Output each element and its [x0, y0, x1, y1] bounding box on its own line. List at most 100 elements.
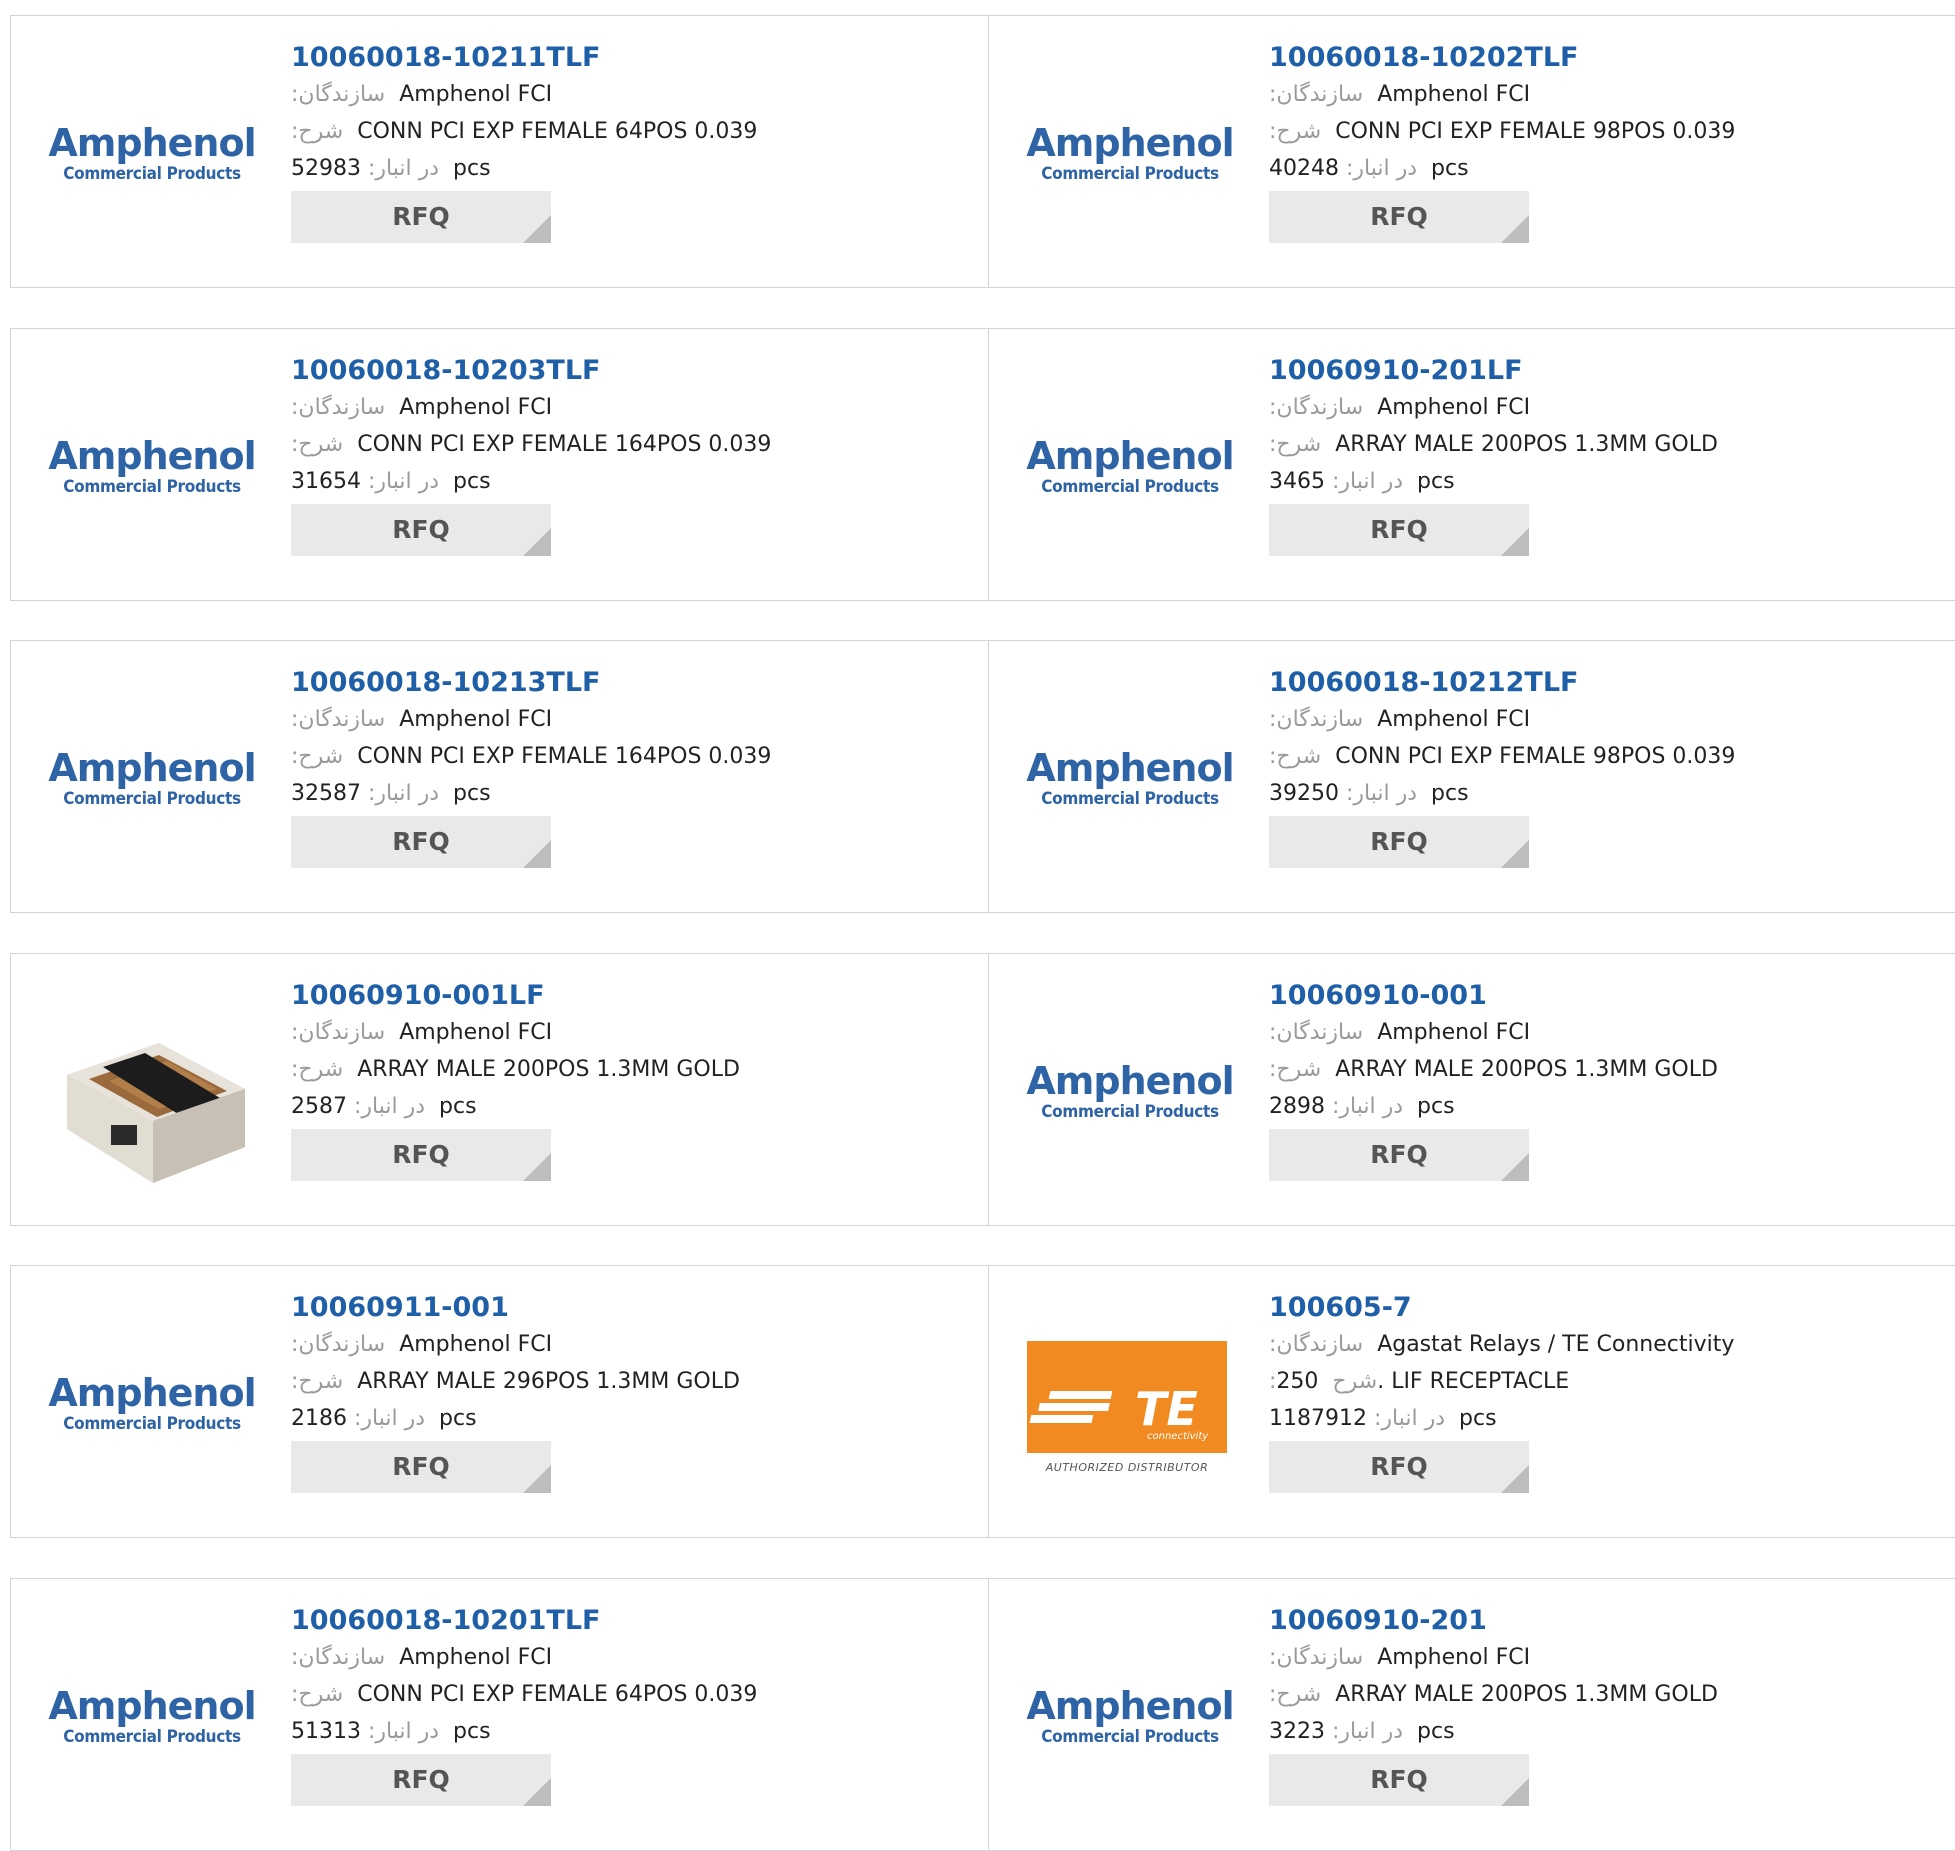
manufacturer-value: Amphenol FCI [399, 707, 553, 732]
rfq-button-label: RFQ [392, 1765, 450, 1794]
part-number-link[interactable]: 10060910-201LF [1269, 353, 1949, 389]
product-image[interactable]: Amphenol Commercial Products [1026, 1622, 1234, 1810]
product-row: Amphenol Commercial Products 10060018-1021… [10, 640, 1955, 913]
part-number-link[interactable]: 10060910-201 [1269, 1603, 1949, 1639]
product-image[interactable] [49, 997, 255, 1185]
manufacturer-value: Amphenol FCI [1377, 395, 1531, 420]
product-image[interactable]: Amphenol Commercial Products [48, 59, 256, 247]
manufacturer-line: :سازندگان Amphenol FCI [1269, 1639, 1949, 1676]
product-image[interactable]: Amphenol Commercial Products [48, 1622, 256, 1810]
manufacturer-label: :سازندگان [1269, 707, 1364, 732]
part-number-link[interactable]: 10060910-001LF [291, 978, 971, 1014]
part-number-link[interactable]: 10060018-10213TLF [291, 665, 971, 701]
stock-unit: pcs [1431, 156, 1469, 181]
rfq-button[interactable]: RFQ [1269, 1129, 1529, 1181]
stock-line: 51313 :در انبار pcs [291, 1713, 971, 1750]
stock-value: 51313 [291, 1719, 361, 1744]
manufacturer-label: :سازندگان [291, 395, 386, 420]
part-number-link[interactable]: 10060018-10212TLF [1269, 665, 1949, 701]
description-value: CONN PCI EXP FEMALE 64POS 0.039 [357, 1682, 758, 1707]
product-image[interactable]: Amphenol Commercial Products [1026, 59, 1234, 247]
description-label: :شرح [1269, 744, 1322, 769]
rfq-button[interactable]: RFQ [291, 1754, 551, 1806]
rfq-button[interactable]: RFQ [291, 1441, 551, 1493]
product-image[interactable]: Amphenol Commercial Products [1026, 372, 1234, 560]
stock-value: 40248 [1269, 156, 1339, 181]
amphenol-logo: Amphenol Commercial Products [1026, 59, 1234, 247]
stock-line: 2186 :در انبار pcs [291, 1400, 971, 1437]
amphenol-logo-text: Amphenol [48, 121, 256, 165]
product-card: Amphenol Commercial Products 10060018-1020… [989, 16, 1955, 287]
rfq-button-label: RFQ [392, 1452, 450, 1481]
rfq-button-label: RFQ [1370, 1452, 1428, 1481]
product-image[interactable]: Amphenol Commercial Products [48, 684, 256, 872]
manufacturer-label: :سازندگان [291, 1332, 386, 1357]
part-number-link[interactable]: 10060910-001 [1269, 978, 1949, 1014]
part-number-link[interactable]: 10060018-10202TLF [1269, 40, 1949, 76]
stock-value: 31654 [291, 469, 361, 494]
stock-unit: pcs [453, 469, 491, 494]
manufacturer-label: :سازندگان [1269, 82, 1364, 107]
amphenol-logo-subtitle: Commercial Products [1041, 789, 1219, 809]
description-line: :شرح ARRAY MALE 296POS 1.3MM GOLD [291, 1363, 971, 1400]
amphenol-logo: Amphenol Commercial Products [48, 59, 256, 247]
description-label: :شرح [291, 1057, 344, 1082]
manufacturer-label: :سازندگان [291, 1020, 386, 1045]
part-number-link[interactable]: 10060018-10203TLF [291, 353, 971, 389]
product-info: 10060018-10203TLF:سازندگان Amphenol FCI:… [291, 353, 971, 556]
manufacturer-value: Agastat Relays / TE Connectivity [1377, 1332, 1735, 1357]
part-number-link[interactable]: 10060911-001 [291, 1290, 971, 1326]
stock-label: :در انبار [1366, 1406, 1460, 1431]
product-row: Amphenol Commercial Products 10060911-001:… [10, 1265, 1955, 1538]
rfq-button[interactable]: RFQ [1269, 504, 1529, 556]
rfq-button[interactable]: RFQ [291, 1129, 551, 1181]
manufacturer-line: :سازندگان Amphenol FCI [1269, 389, 1949, 426]
product-card: Amphenol Commercial Products 10060018-1020… [11, 1579, 989, 1850]
rfq-button[interactable]: RFQ [291, 191, 551, 243]
product-info: 10060911-001:سازندگان Amphenol FCI:شرح A… [291, 1290, 971, 1493]
stock-label: :در انبار [1325, 1094, 1418, 1119]
description-line: :شرح CONN PCI EXP FEMALE 98POS 0.039 [1269, 738, 1949, 775]
amphenol-logo: Amphenol Commercial Products [1026, 372, 1234, 560]
product-image[interactable]: TE connectivity AUTHORIZED DISTRIBUTOR [1027, 1309, 1233, 1497]
description-value: CONN PCI EXP FEMALE 64POS 0.039 [357, 119, 758, 144]
rfq-button-label: RFQ [1370, 1765, 1428, 1794]
product-info: 10060910-201:سازندگان Amphenol FCI:شرح A… [1269, 1603, 1949, 1806]
stock-line: 2898 :در انبار pcs [1269, 1088, 1949, 1125]
product-image[interactable]: Amphenol Commercial Products [48, 372, 256, 560]
rfq-button-label: RFQ [392, 515, 450, 544]
amphenol-logo: Amphenol Commercial Products [48, 372, 256, 560]
rfq-button[interactable]: RFQ [1269, 191, 1529, 243]
product-image[interactable]: Amphenol Commercial Products [1026, 684, 1234, 872]
manufacturer-value: Amphenol FCI [399, 82, 553, 107]
product-image[interactable]: Amphenol Commercial Products [48, 1309, 256, 1497]
amphenol-logo: Amphenol Commercial Products [1026, 997, 1234, 1185]
corner-triangle-icon [523, 1153, 551, 1181]
product-card: Amphenol Commercial Products 10060018-1020… [11, 329, 989, 600]
part-number-link[interactable]: 10060018-10201TLF [291, 1603, 971, 1639]
product-image[interactable]: Amphenol Commercial Products [1026, 997, 1234, 1185]
rfq-button[interactable]: RFQ [1269, 1441, 1529, 1493]
stock-unit: pcs [453, 781, 491, 806]
te-logo-text: TE [1135, 1382, 1198, 1436]
corner-triangle-icon [523, 840, 551, 868]
rfq-button-label: RFQ [392, 202, 450, 231]
rfq-button[interactable]: RFQ [291, 504, 551, 556]
rfq-button[interactable]: RFQ [1269, 1754, 1529, 1806]
stock-line: 1187912 :در انبار pcs [1269, 1400, 1949, 1437]
description-line: :شرح ARRAY MALE 200POS 1.3MM GOLD [1269, 1051, 1949, 1088]
amphenol-logo-text: Amphenol [48, 746, 256, 790]
stock-unit: pcs [1459, 1406, 1497, 1431]
part-number-link[interactable]: 10060018-10211TLF [291, 40, 971, 76]
corner-triangle-icon [1501, 840, 1529, 868]
manufacturer-line: :سازندگان Amphenol FCI [291, 1326, 971, 1363]
manufacturer-label: :سازندگان [1269, 1332, 1364, 1357]
stock-value: 2898 [1269, 1094, 1325, 1119]
rfq-button[interactable]: RFQ [291, 816, 551, 868]
product-card: Amphenol Commercial Products 10060018-1021… [989, 641, 1955, 912]
rfq-button[interactable]: RFQ [1269, 816, 1529, 868]
amphenol-logo-text: Amphenol [1026, 434, 1234, 478]
part-number-link[interactable]: 100605-7 [1269, 1290, 1949, 1326]
manufacturer-value: Amphenol FCI [399, 395, 553, 420]
description-value: ARRAY MALE 296POS 1.3MM GOLD [357, 1369, 740, 1394]
